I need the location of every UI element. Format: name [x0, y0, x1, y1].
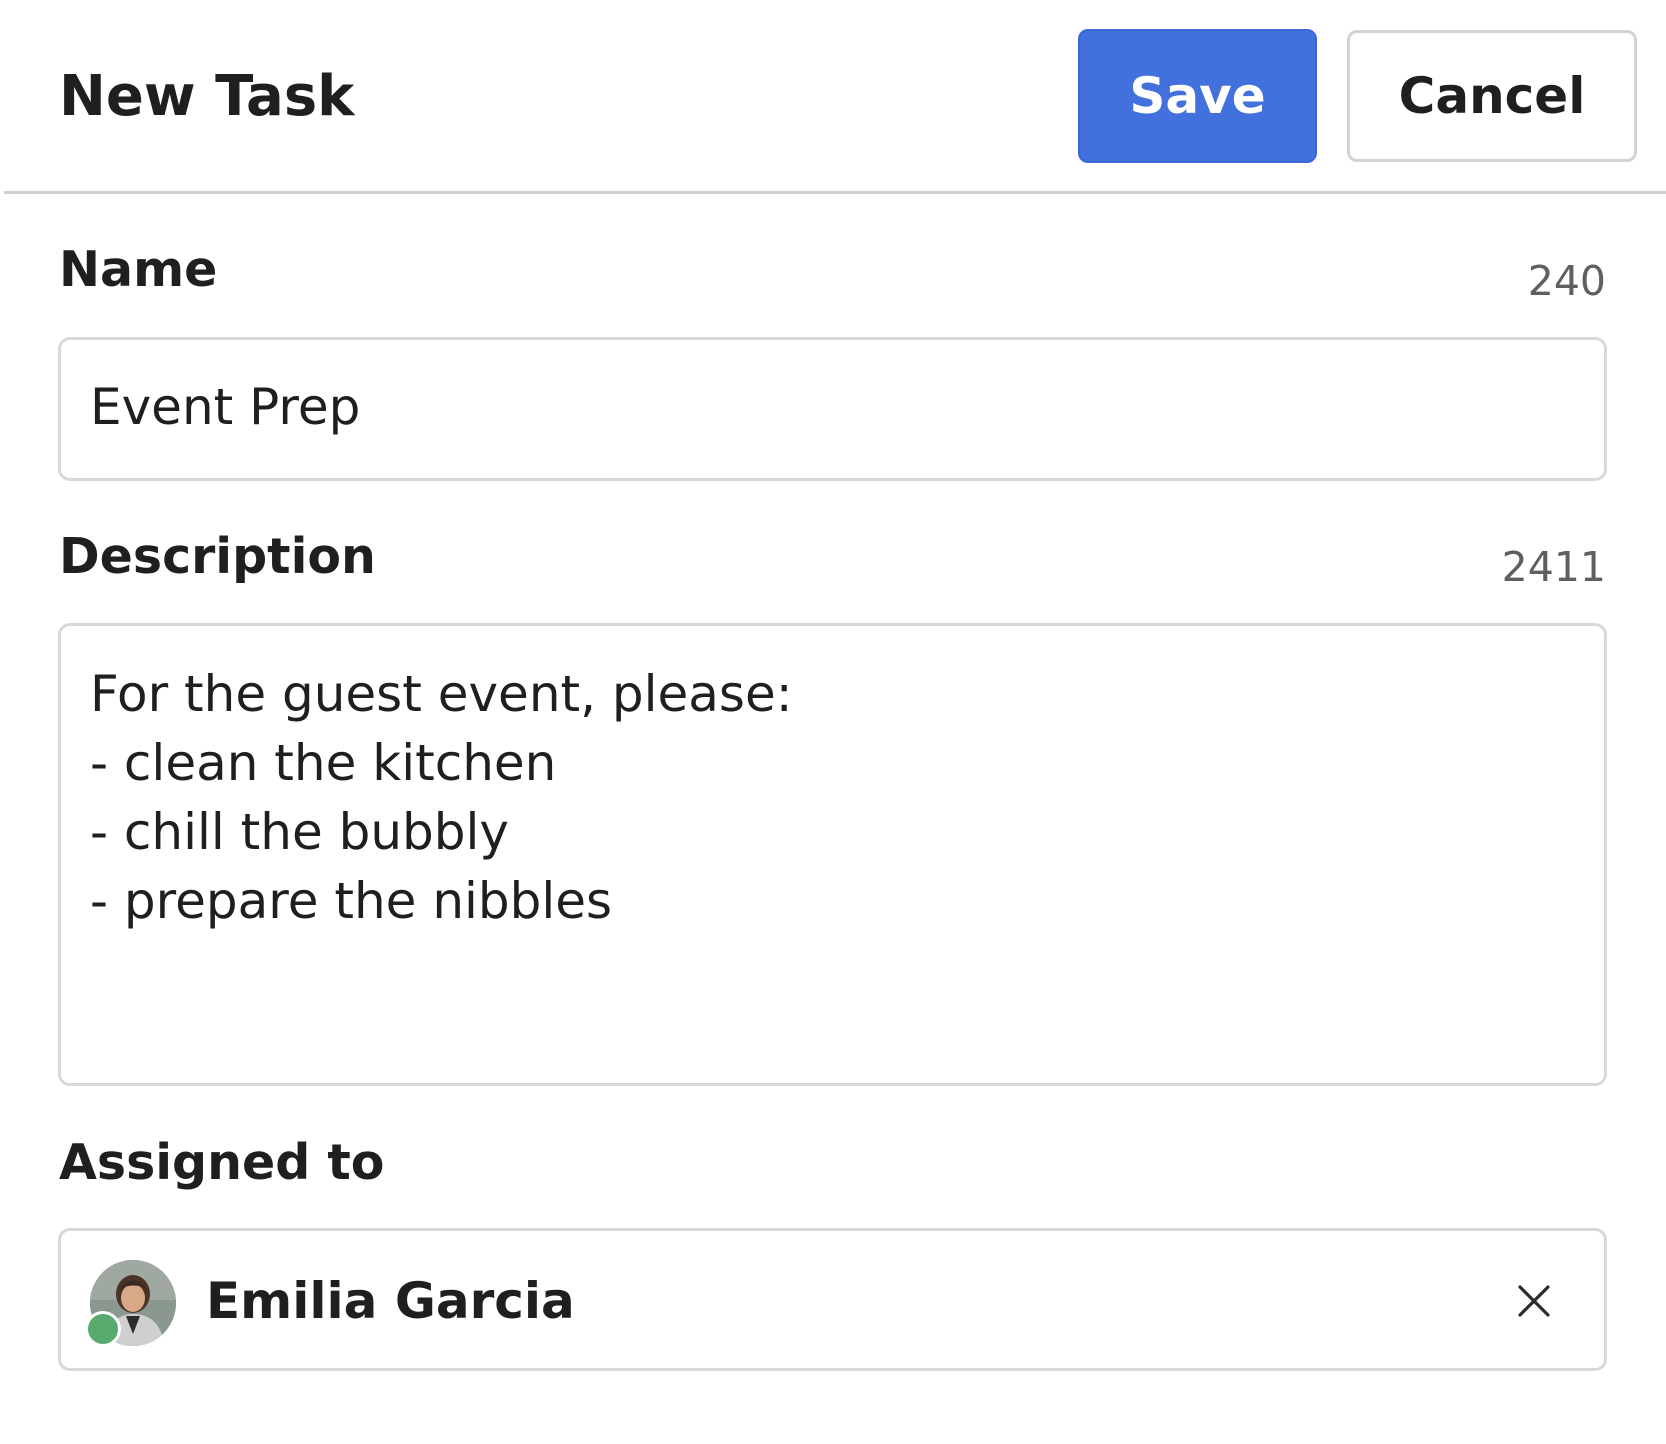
close-icon	[1518, 1285, 1550, 1317]
page-title: New Task	[59, 64, 355, 129]
description-char-counter: 2411	[1501, 543, 1606, 591]
assignee-name: Emilia Garcia	[206, 1272, 575, 1330]
online-status-indicator	[85, 1311, 121, 1347]
save-button[interactable]: Save	[1078, 29, 1317, 163]
new-task-dialog: New Task Save Cancel Name 240 Event Prep…	[0, 0, 1666, 1444]
description-label: Description	[59, 528, 376, 585]
name-label: Name	[59, 241, 218, 298]
name-input-value: Event Prep	[90, 378, 361, 436]
assignee-picker[interactable]: Emilia Garcia	[58, 1228, 1607, 1371]
assigned-to-label: Assigned to	[59, 1134, 385, 1191]
cancel-button[interactable]: Cancel	[1347, 30, 1637, 162]
description-textarea[interactable]: For the guest event, please: - clean the…	[58, 623, 1607, 1086]
description-textarea-value: For the guest event, please: - clean the…	[90, 665, 793, 930]
header-divider	[4, 191, 1666, 194]
remove-assignee-button[interactable]	[1506, 1273, 1562, 1329]
name-char-counter: 240	[1527, 257, 1606, 305]
dialog-header: New Task Save Cancel	[0, 0, 1666, 193]
name-input[interactable]: Event Prep	[58, 337, 1607, 481]
